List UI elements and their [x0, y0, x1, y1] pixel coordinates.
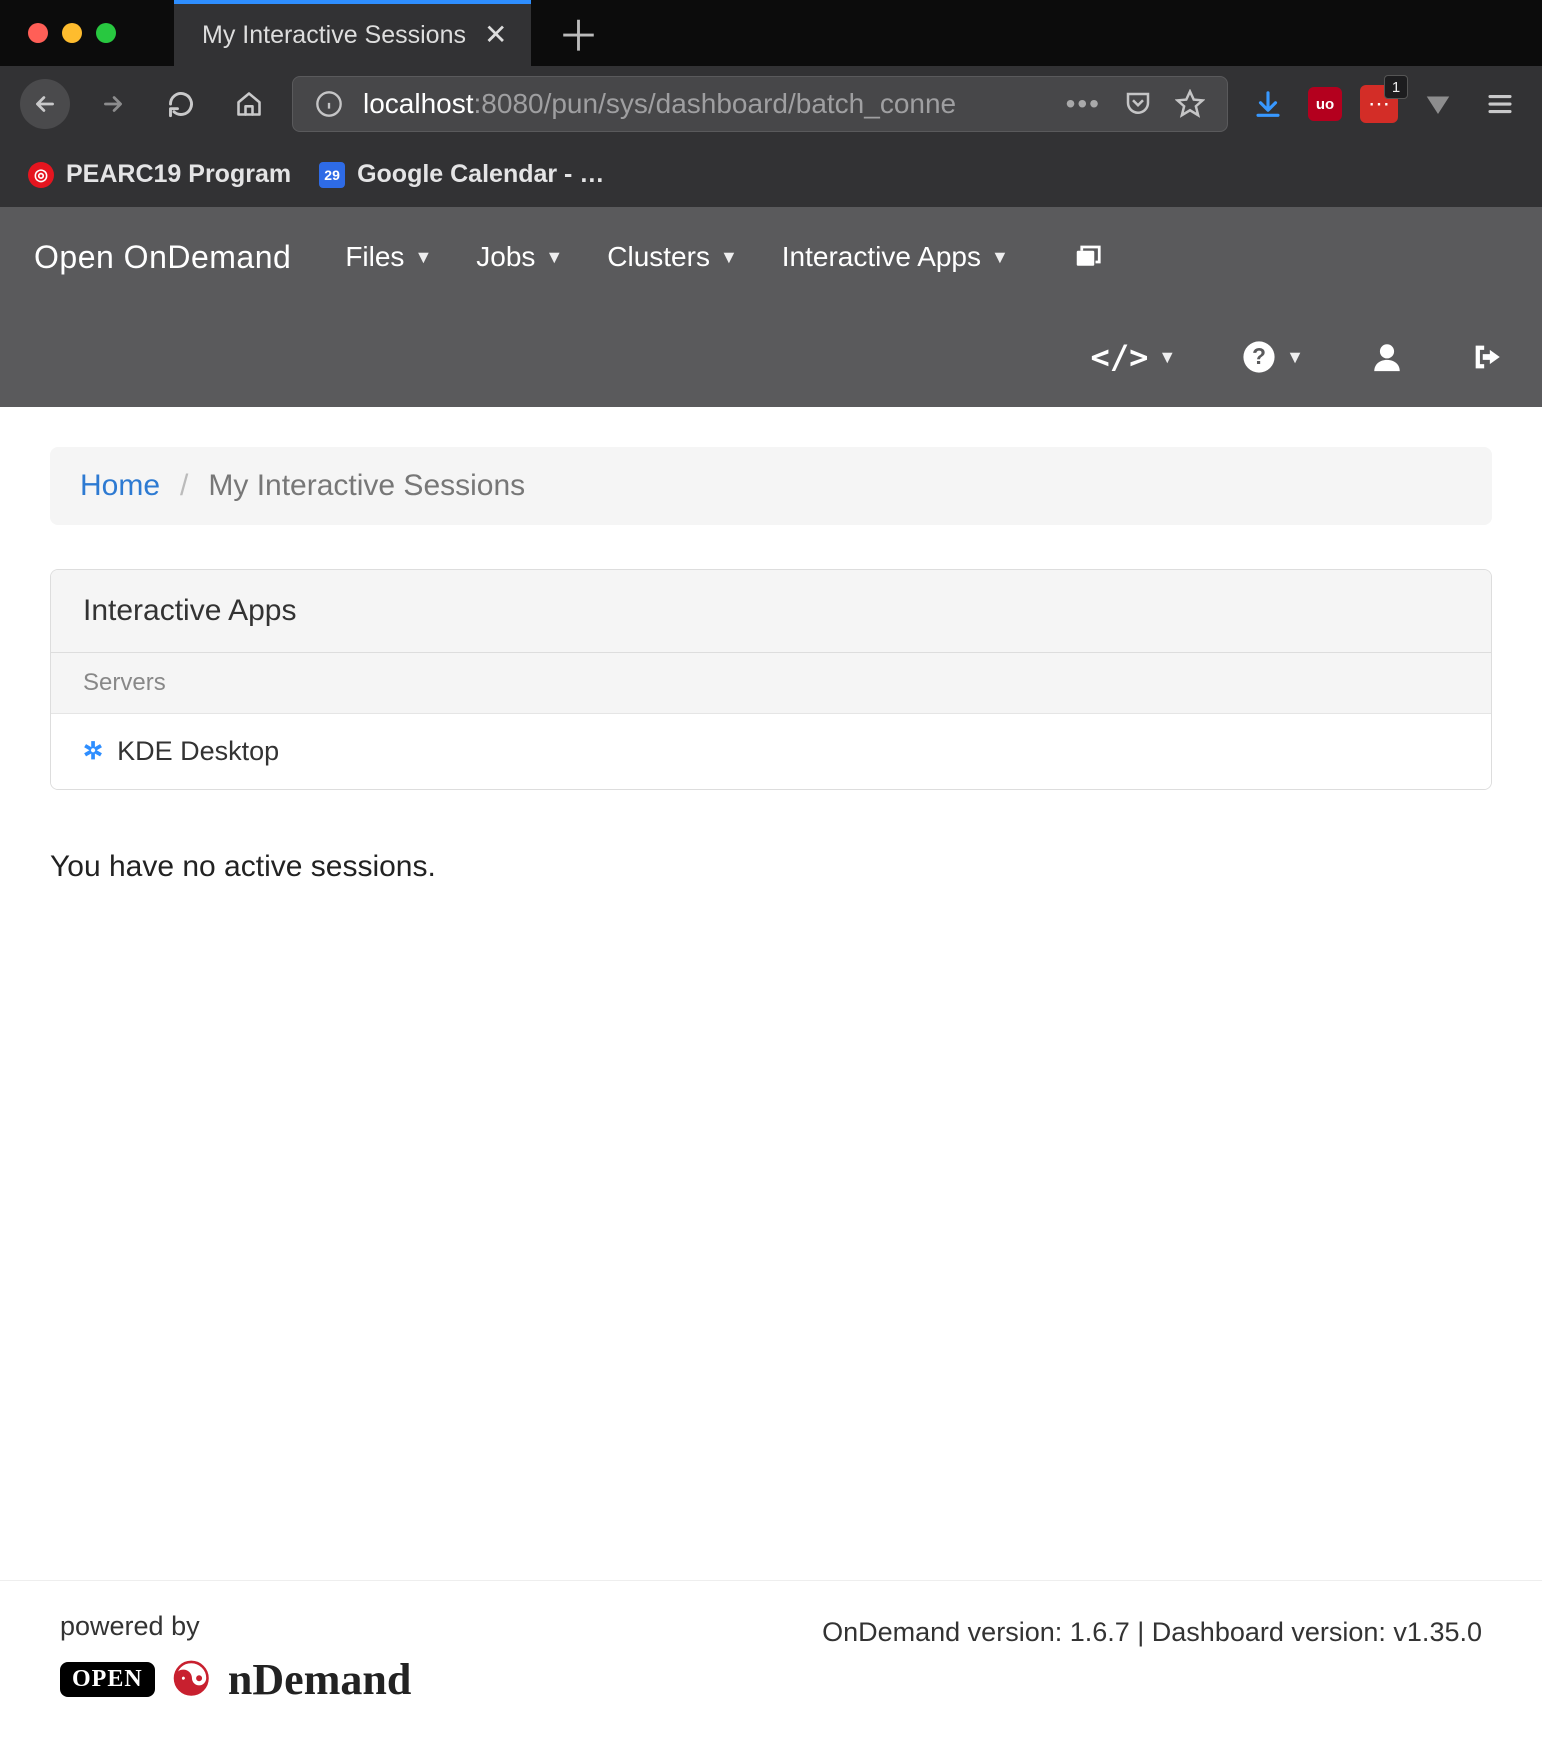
question-circle-icon: ?	[1242, 340, 1276, 374]
maximize-window-icon[interactable]	[96, 23, 116, 43]
home-icon	[235, 90, 263, 118]
nav-label: Files	[345, 241, 404, 273]
bookmark-pearc[interactable]: ◎ PEARC19 Program	[28, 160, 291, 189]
chevron-down-icon: ▼	[414, 247, 432, 268]
navbar-row-primary: Open OnDemand Files ▼ Jobs ▼ Clusters ▼ …	[0, 207, 1542, 307]
new-tab-button[interactable]: ＋	[531, 0, 625, 66]
url-toolbar: localhost:8080/pun/sys/dashboard/batch_c…	[0, 66, 1542, 146]
breadcrumb-home-link[interactable]: Home	[80, 469, 160, 503]
footer-branding: powered by OPEN ☯ nDemand	[60, 1611, 411, 1706]
home-button[interactable]	[224, 79, 274, 129]
star-icon[interactable]	[1175, 89, 1205, 119]
address-bar[interactable]: localhost:8080/pun/sys/dashboard/batch_c…	[292, 76, 1228, 132]
footer-version: OnDemand version: 1.6.7 | Dashboard vers…	[822, 1611, 1482, 1706]
arrow-left-icon	[32, 91, 58, 117]
main-content: Home / My Interactive Sessions Interacti…	[0, 407, 1542, 884]
chevron-down-icon: ▼	[720, 247, 738, 268]
logout-button[interactable]	[1470, 340, 1504, 374]
user-icon	[1370, 340, 1404, 374]
tab-title: My Interactive Sessions	[202, 21, 466, 50]
url-path: :8080/pun/sys/dashboard/batch_conne	[474, 88, 957, 119]
nav-label: Interactive Apps	[782, 241, 981, 273]
window-restore-icon	[1073, 242, 1103, 272]
reload-icon	[167, 90, 195, 118]
panel-section-header: Servers	[51, 653, 1491, 714]
interactive-apps-panel: Interactive Apps Servers ✲ KDE Desktop	[50, 569, 1492, 790]
browser-tab[interactable]: My Interactive Sessions ✕	[174, 0, 531, 66]
app-navbar: Open OnDemand Files ▼ Jobs ▼ Clusters ▼ …	[0, 207, 1542, 407]
bookmark-label: PEARC19 Program	[66, 160, 291, 189]
svg-text:?: ?	[1252, 343, 1266, 369]
no-sessions-message: You have no active sessions.	[50, 850, 1492, 884]
forward-button[interactable]	[88, 79, 138, 129]
ondemand-word: nDemand	[228, 1654, 411, 1705]
url-host: localhost	[363, 88, 474, 119]
hamburger-icon	[1485, 89, 1515, 119]
download-icon	[1253, 89, 1283, 119]
kde-icon: ✲	[83, 737, 103, 766]
lastpass-icon[interactable]: ⋯	[1360, 85, 1398, 123]
nav-interactive-apps[interactable]: Interactive Apps ▼	[782, 241, 1009, 273]
bookmarks-bar: ◎ PEARC19 Program 29 Google Calendar - …	[0, 146, 1542, 207]
minimize-window-icon[interactable]	[62, 23, 82, 43]
footer-poweredby: powered by	[60, 1611, 411, 1642]
bookmark-favicon-icon: ◎	[28, 162, 54, 188]
develop-dropdown[interactable]: </> ▼	[1091, 338, 1177, 376]
downloads-button[interactable]	[1246, 82, 1290, 126]
panel-heading: Interactive Apps	[51, 570, 1491, 653]
extension-v-icon[interactable]	[1416, 82, 1460, 126]
open-badge: OPEN	[60, 1662, 155, 1697]
page-actions-icon[interactable]: •••	[1066, 88, 1101, 120]
bookmark-label: Google Calendar - …	[357, 160, 604, 189]
breadcrumb-current: My Interactive Sessions	[208, 469, 525, 503]
nav-sessions-icon[interactable]	[1073, 242, 1103, 272]
breadcrumb-separator: /	[180, 469, 188, 503]
bookmark-gcal[interactable]: 29 Google Calendar - …	[319, 160, 604, 189]
nav-jobs[interactable]: Jobs ▼	[476, 241, 563, 273]
chevron-down-icon: ▼	[545, 247, 563, 268]
chevron-down-fill-icon	[1423, 89, 1453, 119]
pocket-icon[interactable]	[1123, 89, 1153, 119]
reload-button[interactable]	[156, 79, 206, 129]
user-button[interactable]	[1370, 340, 1404, 374]
info-icon	[315, 90, 343, 118]
app-kde-desktop[interactable]: ✲ KDE Desktop	[51, 714, 1491, 789]
nav-clusters[interactable]: Clusters ▼	[607, 241, 738, 273]
nav-label: Jobs	[476, 241, 535, 273]
navbar-row-utility: </> ▼ ? ▼	[0, 307, 1542, 407]
back-button[interactable]	[20, 79, 70, 129]
app-label: KDE Desktop	[117, 736, 279, 767]
window-controls	[0, 23, 144, 43]
brand-title[interactable]: Open OnDemand	[34, 239, 291, 276]
sign-out-icon	[1470, 340, 1504, 374]
chevron-down-icon: ▼	[991, 247, 1009, 268]
hamburger-menu-button[interactable]	[1478, 82, 1522, 126]
close-window-icon[interactable]	[28, 23, 48, 43]
footer: powered by OPEN ☯ nDemand OnDemand versio…	[0, 1580, 1542, 1706]
tab-bar: My Interactive Sessions ✕ ＋	[0, 0, 1542, 66]
ondemand-logo: OPEN ☯ nDemand	[60, 1652, 411, 1706]
ublock-icon[interactable]: uo	[1308, 87, 1342, 121]
breadcrumb: Home / My Interactive Sessions	[50, 447, 1492, 525]
close-tab-icon[interactable]: ✕	[484, 21, 507, 49]
chevron-down-icon: ▼	[1158, 347, 1176, 368]
code-icon: </>	[1091, 338, 1149, 376]
nav-files[interactable]: Files ▼	[345, 241, 432, 273]
chevron-down-icon: ▼	[1286, 347, 1304, 368]
browser-chrome: My Interactive Sessions ✕ ＋ localhost:80…	[0, 0, 1542, 207]
calendar-favicon-icon: 29	[319, 162, 345, 188]
swirl-icon: ☯	[171, 1652, 212, 1706]
arrow-right-icon	[100, 91, 126, 117]
help-dropdown[interactable]: ? ▼	[1242, 340, 1304, 374]
nav-label: Clusters	[607, 241, 710, 273]
